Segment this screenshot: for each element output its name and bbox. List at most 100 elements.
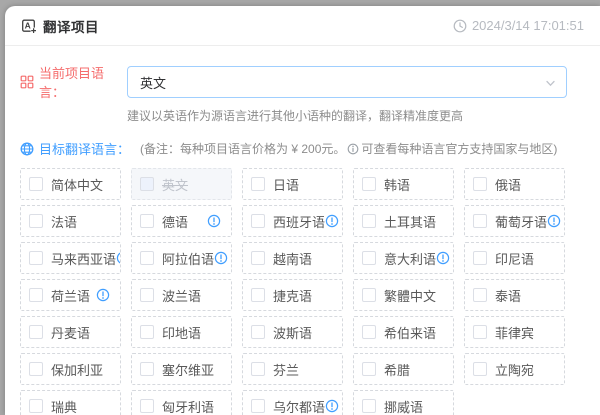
checkbox[interactable]: [251, 325, 265, 339]
checkbox[interactable]: [473, 177, 487, 191]
info-circle-icon: [346, 143, 360, 155]
globe-icon: [20, 142, 34, 156]
chevron-down-icon: [545, 78, 556, 89]
checkbox[interactable]: [362, 362, 376, 376]
checkbox[interactable]: [251, 251, 265, 265]
language-option[interactable]: 日语: [242, 168, 343, 200]
language-option[interactable]: 波斯语: [242, 316, 343, 348]
language-option[interactable]: 印尼语: [464, 242, 565, 274]
language-option[interactable]: 泰语: [464, 279, 565, 311]
language-option[interactable]: 塞尔维亚: [131, 353, 232, 385]
target-language-label: 目标翻译语言：: [20, 139, 130, 158]
language-option[interactable]: 简体中文: [20, 168, 121, 200]
language-option-label: 塞尔维亚: [162, 360, 214, 379]
language-option-label: 日语: [273, 175, 299, 194]
target-language-row: 目标翻译语言： (备注：每种项目语言价格为 ¥ 200元。 可查看每种语言官方支…: [5, 139, 600, 158]
language-option-label: 泰语: [495, 286, 521, 305]
info-circle-icon[interactable]: [325, 399, 339, 413]
checkbox[interactable]: [29, 214, 43, 228]
language-option[interactable]: 立陶宛: [464, 353, 565, 385]
checkbox: [140, 177, 154, 191]
checkbox[interactable]: [140, 325, 154, 339]
language-option[interactable]: 葡萄牙语: [464, 205, 565, 237]
language-option[interactable]: 匈牙利语: [131, 390, 232, 415]
checkbox[interactable]: [29, 325, 43, 339]
language-option[interactable]: 波兰语: [131, 279, 232, 311]
language-option[interactable]: 荷兰语: [20, 279, 121, 311]
source-language-row: 当前项目语言： 英文: [5, 63, 600, 101]
checkbox[interactable]: [251, 214, 265, 228]
checkbox[interactable]: [29, 399, 43, 413]
info-circle-icon[interactable]: [207, 214, 221, 228]
checkbox[interactable]: [29, 177, 43, 191]
language-option[interactable]: 瑞典: [20, 390, 121, 415]
checkbox[interactable]: [362, 399, 376, 413]
info-circle-icon[interactable]: [436, 251, 450, 265]
language-option[interactable]: 意大利语: [353, 242, 454, 274]
checkbox[interactable]: [140, 362, 154, 376]
info-circle-icon[interactable]: [116, 251, 121, 265]
info-circle-icon[interactable]: [214, 251, 228, 265]
language-option[interactable]: 挪威语: [353, 390, 454, 415]
checkbox[interactable]: [251, 177, 265, 191]
language-option-label: 匈牙利语: [162, 397, 214, 415]
language-option[interactable]: 土耳其语: [353, 205, 454, 237]
language-option[interactable]: 繁體中文: [353, 279, 454, 311]
checkbox[interactable]: [251, 288, 265, 302]
language-option-label: 韩语: [384, 175, 410, 194]
checkbox[interactable]: [251, 399, 265, 413]
checkbox[interactable]: [140, 288, 154, 302]
language-option[interactable]: 希腊: [353, 353, 454, 385]
checkbox[interactable]: [362, 214, 376, 228]
translate-icon: A: [21, 18, 37, 34]
language-option[interactable]: 希伯来语: [353, 316, 454, 348]
info-circle-icon[interactable]: [96, 288, 110, 302]
language-option[interactable]: 阿拉伯语: [131, 242, 232, 274]
price-note: (备注：每种项目语言价格为 ¥ 200元。 可查看每种语言官方支持国家与地区): [140, 140, 557, 157]
language-option[interactable]: 菲律宾: [464, 316, 565, 348]
language-option[interactable]: 马来西亚语: [20, 242, 121, 274]
language-option-label: 荷兰语: [51, 286, 90, 305]
checkbox[interactable]: [29, 288, 43, 302]
source-language-select[interactable]: 英文: [127, 66, 567, 98]
language-option[interactable]: 德语: [131, 205, 232, 237]
language-option-label: 法语: [51, 212, 77, 231]
checkbox[interactable]: [362, 288, 376, 302]
language-option-label: 希腊: [384, 360, 410, 379]
checkbox[interactable]: [29, 362, 43, 376]
checkbox[interactable]: [140, 251, 154, 265]
language-option[interactable]: 丹麦语: [20, 316, 121, 348]
language-option-label: 立陶宛: [495, 360, 534, 379]
language-option[interactable]: 印地语: [131, 316, 232, 348]
language-option[interactable]: 韩语: [353, 168, 454, 200]
language-option[interactable]: 乌尔都语: [242, 390, 343, 415]
language-option[interactable]: 西班牙语: [242, 205, 343, 237]
language-option[interactable]: 俄语: [464, 168, 565, 200]
selected-language: 英文: [140, 73, 166, 92]
checkbox[interactable]: [473, 214, 487, 228]
checkbox[interactable]: [362, 177, 376, 191]
language-option[interactable]: 芬兰: [242, 353, 343, 385]
checkbox[interactable]: [29, 251, 43, 265]
checkbox[interactable]: [473, 288, 487, 302]
checkbox[interactable]: [140, 214, 154, 228]
language-option-label: 印地语: [162, 323, 201, 342]
language-option-label: 葡萄牙语: [495, 212, 547, 231]
checkbox[interactable]: [362, 325, 376, 339]
checkbox[interactable]: [251, 362, 265, 376]
checkbox[interactable]: [473, 251, 487, 265]
info-circle-icon[interactable]: [325, 214, 339, 228]
checkbox[interactable]: [473, 325, 487, 339]
language-option[interactable]: 保加利亚: [20, 353, 121, 385]
language-option-label: 英文: [162, 175, 188, 194]
language-option-label: 保加利亚: [51, 360, 103, 379]
checkbox[interactable]: [140, 399, 154, 413]
checkbox[interactable]: [362, 251, 376, 265]
language-option[interactable]: 捷克语: [242, 279, 343, 311]
language-option[interactable]: 法语: [20, 205, 121, 237]
language-option[interactable]: 越南语: [242, 242, 343, 274]
card-header: A 翻译项目 2024/3/14 17:01:51: [5, 6, 600, 46]
info-circle-icon[interactable]: [547, 214, 561, 228]
checkbox[interactable]: [473, 362, 487, 376]
language-option-label: 捷克语: [273, 286, 312, 305]
